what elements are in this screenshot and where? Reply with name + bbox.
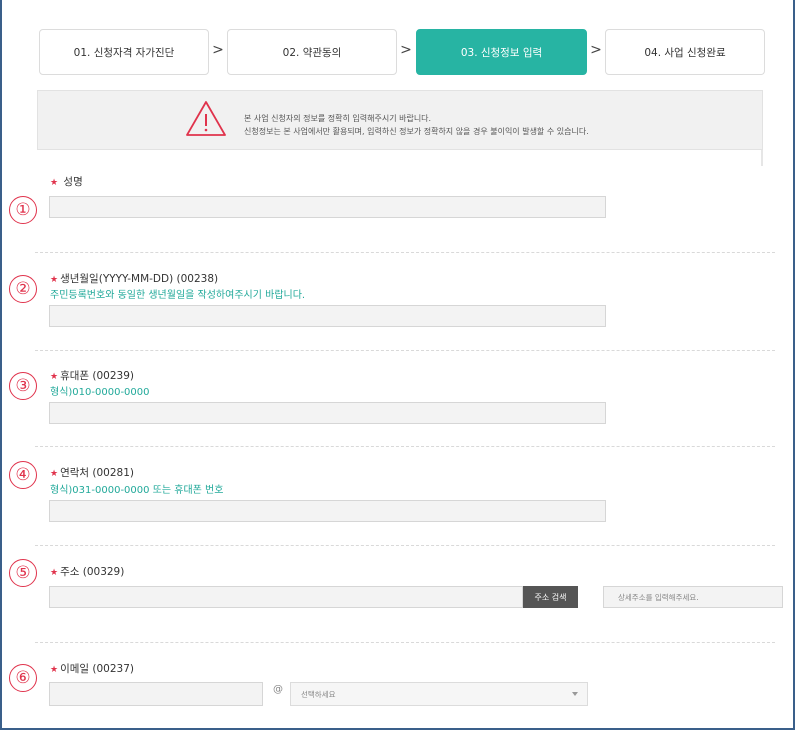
address-label: ★ 주소 (00329): [50, 564, 124, 579]
email-domain-select[interactable]: 선택하세요: [290, 682, 588, 706]
email-id-input[interactable]: [49, 682, 263, 706]
contact-label-text: 연락처 (00281): [60, 467, 134, 479]
section-divider: [35, 446, 775, 447]
required-star-icon: ★: [50, 178, 59, 188]
marker-6: ⑥: [9, 664, 37, 692]
section-divider: [35, 642, 775, 643]
required-star-icon: ★: [50, 469, 59, 479]
marker-4: ④: [9, 461, 37, 489]
birth-label-text: 생년월일(YYYY-MM-DD) (00238): [60, 273, 219, 285]
chevron-right-icon: >: [212, 42, 224, 58]
mobile-label: ★ 휴대폰 (00239): [50, 368, 134, 383]
birth-hint: 주민등록번호와 동일한 생년월일을 작성하여주시기 바랍니다.: [50, 290, 306, 301]
mobile-input[interactable]: [49, 402, 606, 424]
warning-icon: [186, 101, 226, 136]
birth-label: ★ 생년월일(YYYY-MM-DD) (00238): [50, 271, 218, 286]
chevron-down-icon: [572, 692, 578, 696]
section-divider: [35, 545, 775, 546]
name-input[interactable]: [49, 196, 606, 218]
at-sign: @: [273, 684, 283, 695]
address-search-button[interactable]: 주소 검색: [523, 586, 578, 608]
address-input[interactable]: [49, 586, 523, 608]
notice-line-2: 신청정보는 본 사업에서만 활용되며, 입력하신 정보가 정확하지 않을 경우 …: [244, 127, 589, 136]
divider: [761, 150, 763, 166]
step-application-info[interactable]: 03. 신청정보 입력: [416, 29, 587, 75]
marker-5: ⑤: [9, 559, 37, 587]
required-star-icon: ★: [50, 275, 59, 285]
notice-line-1: 본 사업 신청자의 정보를 정확히 입력해주시기 바랍니다.: [244, 114, 432, 123]
name-label: ★ 성명: [50, 174, 83, 189]
step-self-diagnosis[interactable]: 01. 신청자격 자가진단: [39, 29, 209, 75]
chevron-right-icon: >: [590, 42, 602, 58]
contact-input[interactable]: [49, 500, 606, 522]
mobile-hint: 형식)010-0000-0000: [50, 387, 150, 398]
address-label-text: 주소 (00329): [60, 566, 125, 578]
email-label-text: 이메일 (00237): [60, 663, 134, 675]
section-divider: [35, 350, 775, 351]
required-star-icon: ★: [50, 665, 59, 675]
email-domain-select-value: 선택하세요: [301, 689, 336, 699]
required-star-icon: ★: [50, 568, 59, 578]
contact-label: ★ 연락처 (00281): [50, 465, 134, 480]
birth-input[interactable]: [49, 305, 606, 327]
mobile-label-text: 휴대폰 (00239): [60, 370, 134, 382]
required-star-icon: ★: [50, 372, 59, 382]
step-application-complete[interactable]: 04. 사업 신청완료: [605, 29, 765, 75]
marker-3: ③: [9, 372, 37, 400]
step-terms-agreement[interactable]: 02. 약관동의: [227, 29, 397, 75]
marker-2: ②: [9, 275, 37, 303]
address-detail-input[interactable]: 상세주소를 입력해주세요.: [603, 586, 783, 608]
email-label: ★ 이메일 (00237): [50, 661, 134, 676]
section-divider: [35, 252, 775, 253]
contact-hint: 형식)031-0000-0000 또는 휴대폰 번호: [50, 485, 224, 496]
marker-1: ①: [9, 196, 37, 224]
chevron-right-icon: >: [400, 42, 412, 58]
notice-text: 본 사업 신청자의 정보를 정확히 입력해주시기 바랍니다. 신청정보는 본 사…: [244, 112, 589, 138]
name-label-text: 성명: [63, 176, 83, 188]
